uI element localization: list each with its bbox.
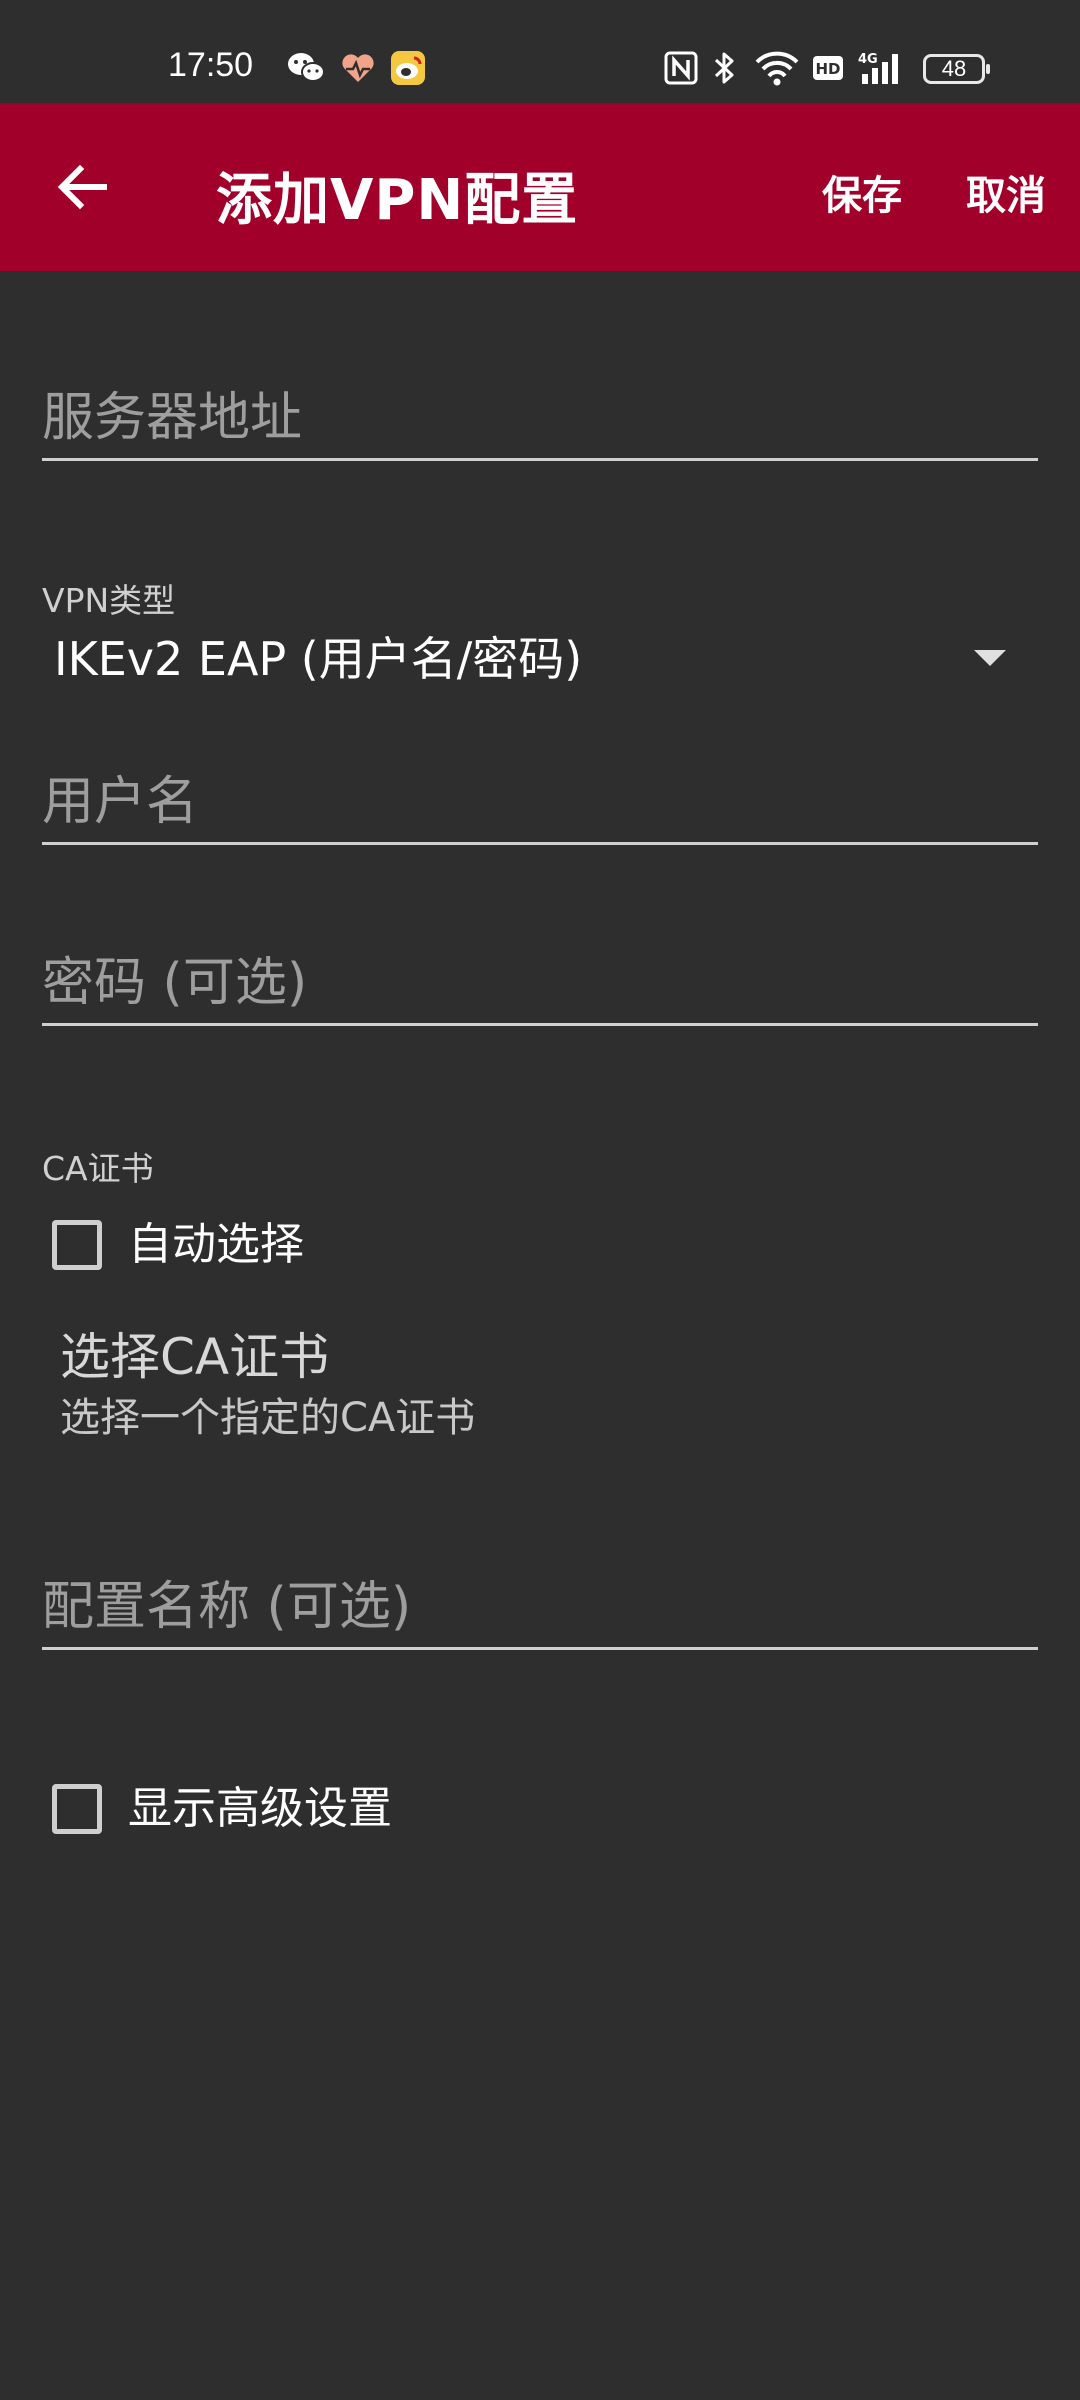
svg-text:4G: 4G: [858, 52, 878, 67]
back-button[interactable]: [44, 147, 124, 227]
username-field[interactable]: 用户名: [42, 762, 1038, 845]
wifi-icon: [755, 51, 799, 86]
server-address-underline: [42, 458, 1038, 461]
show-advanced-label: 显示高级设置: [128, 1783, 392, 1834]
password-underline: [42, 1023, 1038, 1026]
hd-icon: HD: [813, 56, 843, 80]
select-ca-certificate-title: 选择CA证书: [60, 1328, 330, 1386]
arrow-left-icon: [57, 164, 107, 210]
vpn-type-label: VPN类型: [42, 581, 176, 620]
vpn-type-dropdown[interactable]: IKEv2 EAP (用户名/密码): [54, 624, 1014, 694]
battery-level: 48: [941, 56, 967, 81]
screen: 17:50 HD 4G 48 添加VPN配置 保存 取消 服务器地址 VPN类型…: [0, 0, 1080, 2400]
dropdown-arrow-icon: [974, 650, 1006, 666]
show-advanced-checkbox[interactable]: [52, 1784, 102, 1834]
username-input[interactable]: 用户名: [42, 762, 1038, 842]
profile-name-underline: [42, 1647, 1038, 1650]
select-ca-certificate-summary: 选择一个指定的CA证书: [60, 1395, 476, 1441]
ca-certificate-label: CA证书: [42, 1149, 154, 1188]
server-address-field[interactable]: 服务器地址: [42, 378, 1038, 461]
cancel-button[interactable]: 取消: [966, 163, 1046, 221]
status-time: 17:50: [168, 46, 254, 84]
battery-icon: 48: [923, 54, 990, 84]
wechat-icon: [288, 53, 325, 82]
weibo-icon: [391, 51, 425, 85]
signal-4g-icon: 4G: [858, 52, 898, 84]
auto-select-label: 自动选择: [128, 1219, 304, 1270]
status-bar: 17:50 HD 4G 48: [0, 0, 1080, 103]
health-icon: [342, 54, 374, 82]
select-ca-certificate-item[interactable]: 选择CA证书 选择一个指定的CA证书: [60, 1324, 1020, 1464]
save-button[interactable]: 保存: [822, 163, 902, 221]
bluetooth-icon: [714, 52, 734, 84]
nfc-icon: [664, 51, 698, 85]
vpn-type-selected: IKEv2 EAP (用户名/密码): [54, 632, 583, 686]
password-field[interactable]: 密码 (可选): [42, 943, 1038, 1026]
server-address-input[interactable]: 服务器地址: [42, 378, 1038, 458]
username-underline: [42, 842, 1038, 845]
auto-select-checkbox-row[interactable]: 自动选择: [50, 1214, 450, 1274]
show-advanced-checkbox-row[interactable]: 显示高级设置: [50, 1778, 510, 1838]
password-input[interactable]: 密码 (可选): [42, 943, 1038, 1023]
svg-text:HD: HD: [815, 60, 840, 78]
profile-name-field[interactable]: 配置名称 (可选): [42, 1567, 1038, 1650]
profile-name-input[interactable]: 配置名称 (可选): [42, 1567, 1038, 1647]
page-title: 添加VPN配置: [216, 168, 579, 233]
auto-select-checkbox[interactable]: [52, 1220, 102, 1270]
app-bar: 添加VPN配置 保存 取消: [0, 103, 1080, 271]
